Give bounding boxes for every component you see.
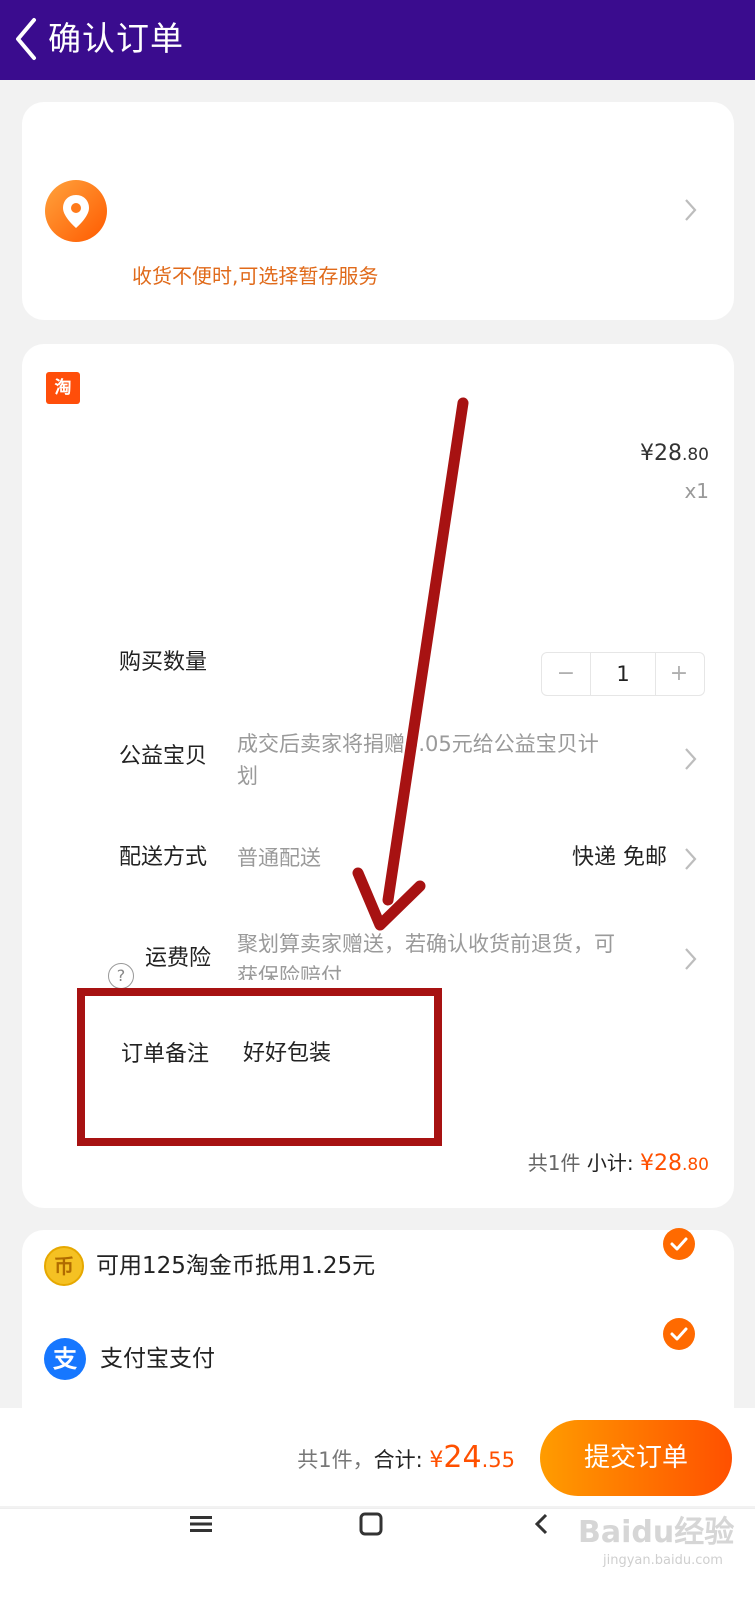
help-icon[interactable]: ? — [108, 963, 134, 989]
watermark-url: jingyan.baidu.com — [603, 1553, 723, 1568]
check-icon[interactable] — [663, 1318, 695, 1350]
back-nav-icon[interactable] — [530, 1512, 554, 1536]
page-title: 确认订单 — [48, 19, 184, 58]
charity-value[interactable]: 成交后卖家将捐赠0.05元给公益宝贝计 — [237, 728, 599, 760]
check-icon[interactable] — [663, 1228, 695, 1260]
submit-order-button[interactable]: 提交订单 — [540, 1420, 732, 1496]
item-price: ¥28.80 — [639, 441, 709, 466]
back-arrow-icon[interactable] — [8, 14, 44, 64]
decrease-button[interactable]: − — [542, 653, 590, 695]
increase-button[interactable]: + — [655, 653, 703, 695]
insurance-value-line2: 获保险赔付 — [237, 964, 342, 980]
quantity-label: 购买数量 — [119, 650, 208, 675]
home-icon[interactable] — [358, 1512, 384, 1536]
insurance-value[interactable]: 聚划算卖家赠送，若确认收货前退货，可 — [237, 928, 615, 960]
alipay-label: 支付宝支付 — [100, 1346, 215, 1372]
quantity-value[interactable]: 1 — [590, 653, 656, 695]
charity-label: 公益宝贝 — [119, 744, 208, 769]
taobao-logo-icon: 淘 — [46, 372, 80, 404]
subtotal: 共1件 小计: ¥28.80 — [527, 1151, 709, 1176]
delivery-label: 配送方式 — [119, 845, 208, 870]
item-quantity: x1 — [684, 479, 709, 503]
quantity-stepper: − 1 + — [541, 652, 705, 696]
charity-value-line2: 划 — [237, 764, 258, 788]
order-total: 共1件，合计: ¥24.55 — [297, 1440, 515, 1475]
menu-icon[interactable] — [188, 1512, 214, 1536]
coin-icon: 币 — [44, 1246, 84, 1286]
alipay-icon: 支 — [44, 1338, 86, 1380]
chevron-right-icon[interactable] — [680, 844, 700, 874]
annotation-highlight-box — [77, 988, 442, 1146]
chevron-right-icon — [685, 199, 697, 221]
chevron-right-icon — [685, 948, 697, 970]
chevron-right-icon — [685, 748, 697, 770]
address-tip: 收货不便时,可选择暂存服务 — [132, 264, 379, 288]
delivery-option[interactable]: 快递 免邮 — [572, 843, 667, 873]
location-pin-icon — [45, 180, 107, 242]
watermark: Baidu经验 — [578, 1515, 735, 1550]
insurance-label: 运费险 — [145, 946, 212, 971]
delivery-value: 普通配送 — [237, 846, 321, 870]
coin-deduction-label: 可用125淘金币抵用1.25元 — [96, 1253, 376, 1279]
